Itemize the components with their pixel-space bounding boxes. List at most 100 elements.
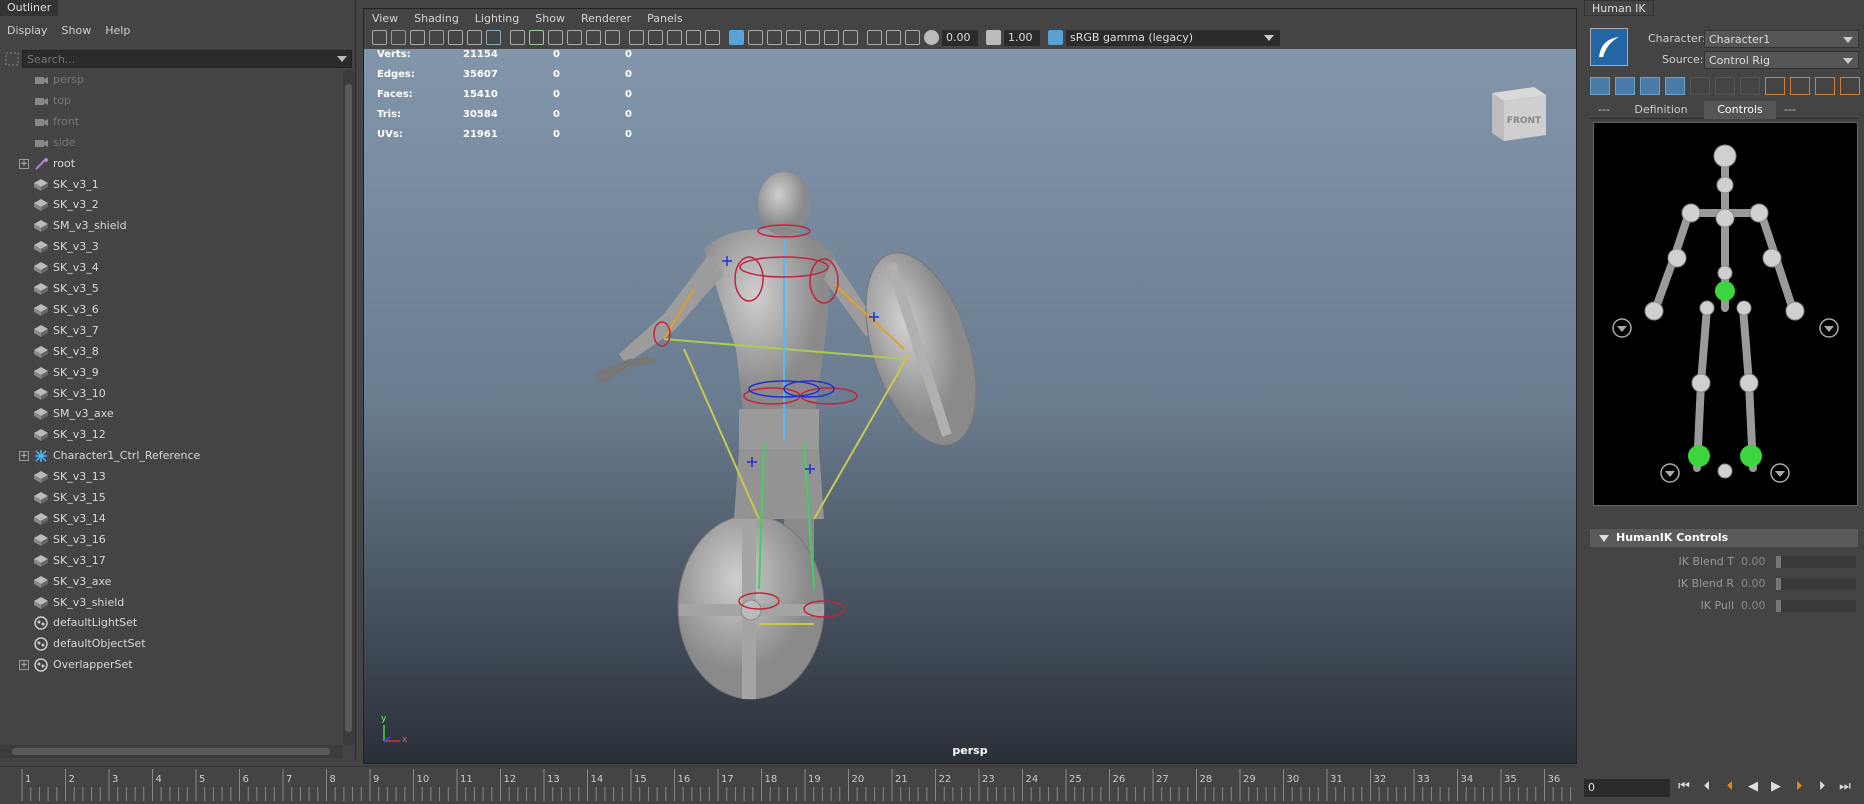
ik-row-slider[interactable] xyxy=(1776,600,1856,612)
exposure-field[interactable]: 0.00 xyxy=(942,30,978,46)
character-scene[interactable] xyxy=(364,49,1576,763)
outliner-item[interactable]: SK_v3_16 xyxy=(0,530,343,550)
step-forward-key-icon[interactable]: ⏵ xyxy=(1813,778,1831,796)
safe-title-icon[interactable] xyxy=(605,30,620,45)
filter-icon[interactable] xyxy=(5,52,19,66)
tab-collapse-right[interactable]: --- xyxy=(1776,101,1804,119)
outliner-item[interactable]: persp xyxy=(0,70,343,90)
select-camera-icon[interactable] xyxy=(372,30,387,45)
xray-joints-icon[interactable] xyxy=(886,30,901,45)
menu-view[interactable]: View xyxy=(364,9,406,28)
color-management-icon[interactable] xyxy=(1048,30,1063,45)
character-select[interactable]: Character1 xyxy=(1704,30,1859,48)
resolution-gate-icon[interactable] xyxy=(529,30,544,45)
outliner-vscrollbar[interactable] xyxy=(343,70,354,745)
outliner-item[interactable]: SK_v3_2 xyxy=(0,195,343,215)
selection-key-icon[interactable] xyxy=(1640,77,1660,95)
slider-handle[interactable] xyxy=(1776,578,1781,590)
outliner-item[interactable]: SK_v3_8 xyxy=(0,342,343,362)
screen-space-ao-icon[interactable] xyxy=(767,30,782,45)
use-default-material-icon[interactable] xyxy=(667,30,682,45)
expand-icon[interactable]: + xyxy=(19,660,29,671)
current-frame-field[interactable]: 0 xyxy=(1584,779,1670,797)
go-to-end-icon[interactable]: ⏭ xyxy=(1836,778,1854,796)
isolate-select-icon[interactable] xyxy=(843,30,858,45)
expand-icon[interactable]: + xyxy=(19,451,29,462)
wireframe-on-shaded-icon[interactable] xyxy=(686,30,701,45)
outliner-item[interactable]: SK_v3_13 xyxy=(0,467,343,487)
body-part-icon[interactable] xyxy=(1715,77,1735,95)
menu-lighting[interactable]: Lighting xyxy=(467,9,527,28)
wireframe-icon[interactable] xyxy=(629,30,644,45)
hik-character-controls[interactable] xyxy=(1593,122,1858,506)
vscroll-thumb[interactable] xyxy=(345,84,352,732)
menu-panels[interactable]: Panels xyxy=(639,9,690,28)
hscroll-thumb[interactable] xyxy=(12,748,330,755)
ik-row-slider[interactable] xyxy=(1776,578,1856,590)
play-forwards-icon[interactable]: ▶ xyxy=(1767,778,1785,796)
ik-row-slider[interactable] xyxy=(1776,556,1856,568)
tab-definition[interactable]: Definition xyxy=(1618,101,1704,119)
smooth-shade-icon[interactable] xyxy=(648,30,663,45)
gamma-icon[interactable] xyxy=(986,30,1001,45)
source-select[interactable]: Control Rig xyxy=(1704,51,1859,69)
outliner-item[interactable]: + OverlapperSet xyxy=(0,655,343,675)
outliner-hscrollbar[interactable] xyxy=(0,745,343,758)
image-plane-icon[interactable] xyxy=(429,30,444,45)
full-body-key-icon[interactable] xyxy=(1590,77,1610,95)
play-backwards-icon[interactable]: ◀ xyxy=(1744,778,1762,796)
tab-collapse-left[interactable]: --- xyxy=(1590,101,1618,119)
pin-rotation-icon[interactable] xyxy=(1790,77,1810,95)
step-back-frame-icon[interactable]: ⏴ xyxy=(1721,778,1739,796)
search-input[interactable] xyxy=(27,51,327,67)
shadows-icon[interactable] xyxy=(748,30,763,45)
pinning-icon[interactable] xyxy=(1665,77,1685,95)
outliner-item[interactable]: SK_v3_4 xyxy=(0,258,343,278)
outliner-item[interactable]: SK_v3_14 xyxy=(0,509,343,529)
hik-controls-header[interactable]: HumanIK Controls xyxy=(1590,529,1858,547)
textured-icon[interactable] xyxy=(705,30,720,45)
menu-show[interactable]: Show xyxy=(55,22,99,40)
outliner-item[interactable]: SK_v3_15 xyxy=(0,488,343,508)
mirror-icon[interactable] xyxy=(1840,77,1860,95)
outliner-item[interactable]: SK_v3_axe xyxy=(0,572,343,592)
use-all-lights-icon[interactable] xyxy=(729,30,744,45)
outliner-item[interactable]: SK_v3_shield xyxy=(0,593,343,613)
ik-row-value[interactable]: 0.00 xyxy=(1741,596,1773,616)
menu-display[interactable]: Display xyxy=(0,22,55,40)
outliner-item[interactable]: SK_v3_10 xyxy=(0,384,343,404)
slider-handle[interactable] xyxy=(1776,600,1781,612)
full-body-icon[interactable] xyxy=(1690,77,1710,95)
ik-row-value[interactable]: 0.00 xyxy=(1741,574,1773,594)
xray-active-icon[interactable] xyxy=(905,30,920,45)
outliner-item[interactable]: top xyxy=(0,91,343,111)
outliner-item[interactable]: SM_v3_shield xyxy=(0,216,343,236)
multisample-aa-icon[interactable] xyxy=(805,30,820,45)
timeline[interactable]: 1 2 3 4 5 6 7 8 9 10 11 12 13 14 15 16 17 18 19 20 21 22 23 24 2… xyxy=(0,766,1577,803)
bookmarks-icon[interactable] xyxy=(410,30,425,45)
outliner-item[interactable]: + Character1_Ctrl_Reference xyxy=(0,446,343,466)
release-pins-icon[interactable] xyxy=(1815,77,1835,95)
2d-pan-zoom-icon[interactable] xyxy=(467,30,482,45)
outliner-item[interactable]: SK_v3_12 xyxy=(0,425,343,445)
outliner-item[interactable]: SK_v3_3 xyxy=(0,237,343,257)
menu-help[interactable]: Help xyxy=(98,22,137,40)
gamma-field[interactable]: 1.00 xyxy=(1004,30,1040,46)
outliner-item[interactable]: SK_v3_1 xyxy=(0,175,343,195)
outliner-item[interactable]: SM_v3_axe xyxy=(0,404,343,424)
outliner-item[interactable]: defaultObjectSet xyxy=(0,634,343,654)
outliner-item[interactable]: SK_v3_7 xyxy=(0,321,343,341)
outliner-item[interactable]: SK_v3_9 xyxy=(0,363,343,383)
color-space-select[interactable]: sRGB gamma (legacy) xyxy=(1066,30,1280,46)
safe-action-icon[interactable] xyxy=(586,30,601,45)
camera-attributes-icon[interactable] xyxy=(391,30,406,45)
step-back-key-icon[interactable]: ⏴ xyxy=(1698,778,1716,796)
ik-fk-icon[interactable] xyxy=(1740,77,1760,95)
ik-row-value[interactable]: 0.00 xyxy=(1741,552,1773,572)
outliner-item[interactable]: side xyxy=(0,133,343,153)
tab-controls[interactable]: Controls xyxy=(1704,101,1776,119)
film-gate-icon[interactable] xyxy=(510,30,525,45)
step-forward-frame-icon[interactable]: ⏵ xyxy=(1790,778,1808,796)
search-dropdown-icon[interactable] xyxy=(337,56,347,62)
grid-icon[interactable] xyxy=(486,30,501,45)
